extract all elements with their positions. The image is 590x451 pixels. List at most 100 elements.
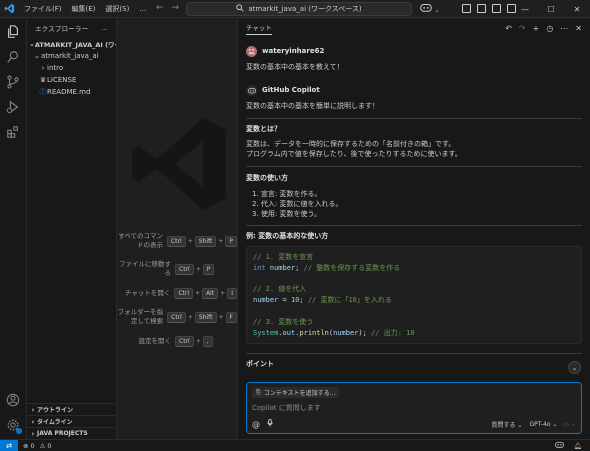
copilot-menu-icon[interactable]: ⌄ <box>420 3 440 14</box>
more-actions-icon[interactable]: ⋯ <box>560 24 568 33</box>
nav-arrows: ← → <box>156 3 179 13</box>
outline-section[interactable]: › アウトライン <box>27 403 117 415</box>
scroll-to-bottom-icon[interactable]: ⌄ <box>568 361 581 374</box>
run-debug-icon[interactable] <box>5 99 21 115</box>
remote-indicator-icon[interactable]: ⇄ <box>0 439 18 451</box>
window-controls: — ☐ ✕ <box>512 0 590 18</box>
editor-area: すべてのコマンドの表示 Ctrl + Shift + P ファイルに移動する Ctr… <box>117 19 237 439</box>
tree-item-label: intro <box>47 64 64 72</box>
code-keyword: int <box>253 263 266 272</box>
code-class: System <box>253 328 279 337</box>
shortcut-find-in-folder: フォルダーを指定して検索 Ctrl + Shift + F <box>117 308 237 326</box>
warning-count[interactable]: 0 <box>47 442 51 450</box>
list-item: 2. 代入: 変数に値を入れる。 <box>252 200 343 208</box>
shortcut-open-chat: チャットを開く Ctrl + Alt + I <box>117 288 237 299</box>
search-view-icon[interactable] <box>5 49 21 65</box>
errors-icon[interactable]: ⊗ <box>23 442 28 450</box>
model-dropdown[interactable]: GPT-4o ⌄ <box>529 421 557 428</box>
menu-file[interactable]: ファイル(F) <box>24 0 62 18</box>
shortcut-keys: Ctrl + P <box>175 263 215 275</box>
mode-dropdown[interactable]: 質問する ⌄ <box>492 420 523 429</box>
input-right-tools: 質問する ⌄ GPT-4o ⌄ ▷ ⌄ <box>492 420 577 429</box>
tree-folder-root[interactable]: ⌄ atmarkit_java_ai <box>27 50 116 62</box>
chevron-right-icon: › <box>31 429 35 438</box>
layout-controls <box>462 4 516 13</box>
explorer-sidebar: エクスプローラー … ⌄ ATMARKIT_JAVA_AI (ワーク... ⌄ … <box>27 19 117 439</box>
shortcut-label: チャットを開く <box>124 289 171 297</box>
code-line: number = 10; // 変数に「10」を入れる <box>253 296 392 305</box>
forward-arrow-icon[interactable]: → <box>172 3 180 13</box>
user-avatar <box>246 45 257 57</box>
code-comment: // 整数を保存する変数を作る <box>303 263 401 272</box>
model-label: GPT-4o <box>529 420 551 428</box>
tree-item-intro[interactable]: › intro <box>27 62 116 74</box>
list-item: 1. 宣言: 変数を作る。 <box>252 190 322 198</box>
source-control-icon[interactable] <box>5 74 21 90</box>
back-arrow-icon[interactable]: ← <box>156 3 164 13</box>
vscode-logo-icon <box>0 0 18 18</box>
extensions-icon[interactable] <box>5 124 21 140</box>
shortcut-label: 設定を開く <box>138 337 172 345</box>
outline-label: アウトライン <box>37 407 74 414</box>
input-left-tools: @ <box>252 419 273 429</box>
menu-selection[interactable]: 選択(S) <box>105 0 129 18</box>
close-window-icon[interactable]: ✕ <box>564 0 590 18</box>
mode-label: 質問する <box>491 421 516 429</box>
explorer-header: エクスプローラー … <box>27 19 116 37</box>
tree-item-readme[interactable]: ⓘ README.md <box>27 86 116 98</box>
code-comment: // 変数に「10」を入れる <box>307 296 392 305</box>
code-comment: // 2. 値を代入 <box>253 285 307 294</box>
info-file-icon: ⓘ <box>39 88 47 96</box>
divider <box>246 118 582 119</box>
redo-icon[interactable]: ↷ <box>519 24 526 33</box>
chat-tab-title[interactable]: チャット <box>246 22 272 35</box>
tree-folder-label: atmarkit_java_ai <box>41 52 99 60</box>
microphone-icon[interactable] <box>267 419 273 429</box>
tree-item-license[interactable]: ♛ LICENSE <box>27 74 116 86</box>
menu-more[interactable]: … <box>139 0 146 18</box>
notifications-bell-icon[interactable]: 🔔︎ <box>574 442 582 450</box>
key: Shift <box>194 311 217 323</box>
timeline-section[interactable]: › タイムライン <box>27 415 117 427</box>
history-icon[interactable]: ◷ <box>546 24 553 33</box>
menu-edit[interactable]: 編集(E) <box>72 0 96 18</box>
error-count[interactable]: 0 <box>30 442 34 450</box>
workspace-root[interactable]: ⌄ ATMARKIT_JAVA_AI (ワーク... <box>27 37 116 50</box>
warnings-icon[interactable]: ⚠ <box>40 442 46 450</box>
chat-input-placeholder[interactable]: Copilot に質問します <box>252 403 321 413</box>
key: P <box>202 263 215 275</box>
toggle-secondary-sidebar-icon[interactable] <box>492 4 501 13</box>
code-variable: number <box>269 263 296 272</box>
toggle-sidebar-icon[interactable] <box>462 4 471 13</box>
minimize-icon[interactable]: — <box>512 0 538 18</box>
close-chat-icon[interactable]: ✕ <box>575 24 582 33</box>
send-icon[interactable]: ▷ ⌄ <box>564 421 576 428</box>
user-name: wateryinhare62 <box>262 47 325 55</box>
toggle-panel-icon[interactable] <box>477 4 486 13</box>
chat-actions: ↶ ↷ + ◷ ⋯ ✕ <box>505 24 582 33</box>
account-icon[interactable] <box>5 392 21 408</box>
chevron-right-icon: › <box>41 64 45 72</box>
section-heading: 変数の使い方 <box>246 174 288 182</box>
key: Alt <box>202 288 219 299</box>
copilot-status-icon[interactable] <box>555 441 564 450</box>
explorer-icon[interactable] <box>5 24 21 40</box>
code-variable: number <box>253 296 279 305</box>
add-context-button[interactable]: ⎘ コンテキストを追加する... <box>252 387 340 398</box>
code-block[interactable]: // 1. 変数を宣言 int number; // 整数を保存する変数を作る … <box>246 246 582 345</box>
code-comment: // 出力: 10 <box>371 328 415 337</box>
maximize-icon[interactable]: ☐ <box>538 0 564 18</box>
command-center-search[interactable]: atmarkit_java_ai (ワークスペース) <box>186 2 412 16</box>
chevron-right-icon: › <box>31 405 35 414</box>
code-line: int number; // 整数を保存する変数を作る <box>253 263 401 272</box>
java-projects-section[interactable]: › JAVA PROJECTS <box>27 427 117 439</box>
new-chat-icon[interactable]: + <box>533 24 540 33</box>
mention-icon[interactable]: @ <box>252 420 260 429</box>
explorer-more-icon[interactable]: … <box>101 24 108 32</box>
paragraph: 変数は、データを一時的に保存するための「名前付きの箱」です。 <box>246 140 456 148</box>
key: Ctrl <box>167 311 186 323</box>
manage-gear-icon[interactable] <box>5 417 22 434</box>
undo-icon[interactable]: ↶ <box>505 24 512 33</box>
title-bar: ファイル(F) 編集(E) 選択(S) … ← → atmarkit_java_… <box>0 0 590 18</box>
chat-input-box[interactable]: ⎘ コンテキストを追加する... Copilot に質問します @ 質問する ⌄… <box>246 382 582 434</box>
